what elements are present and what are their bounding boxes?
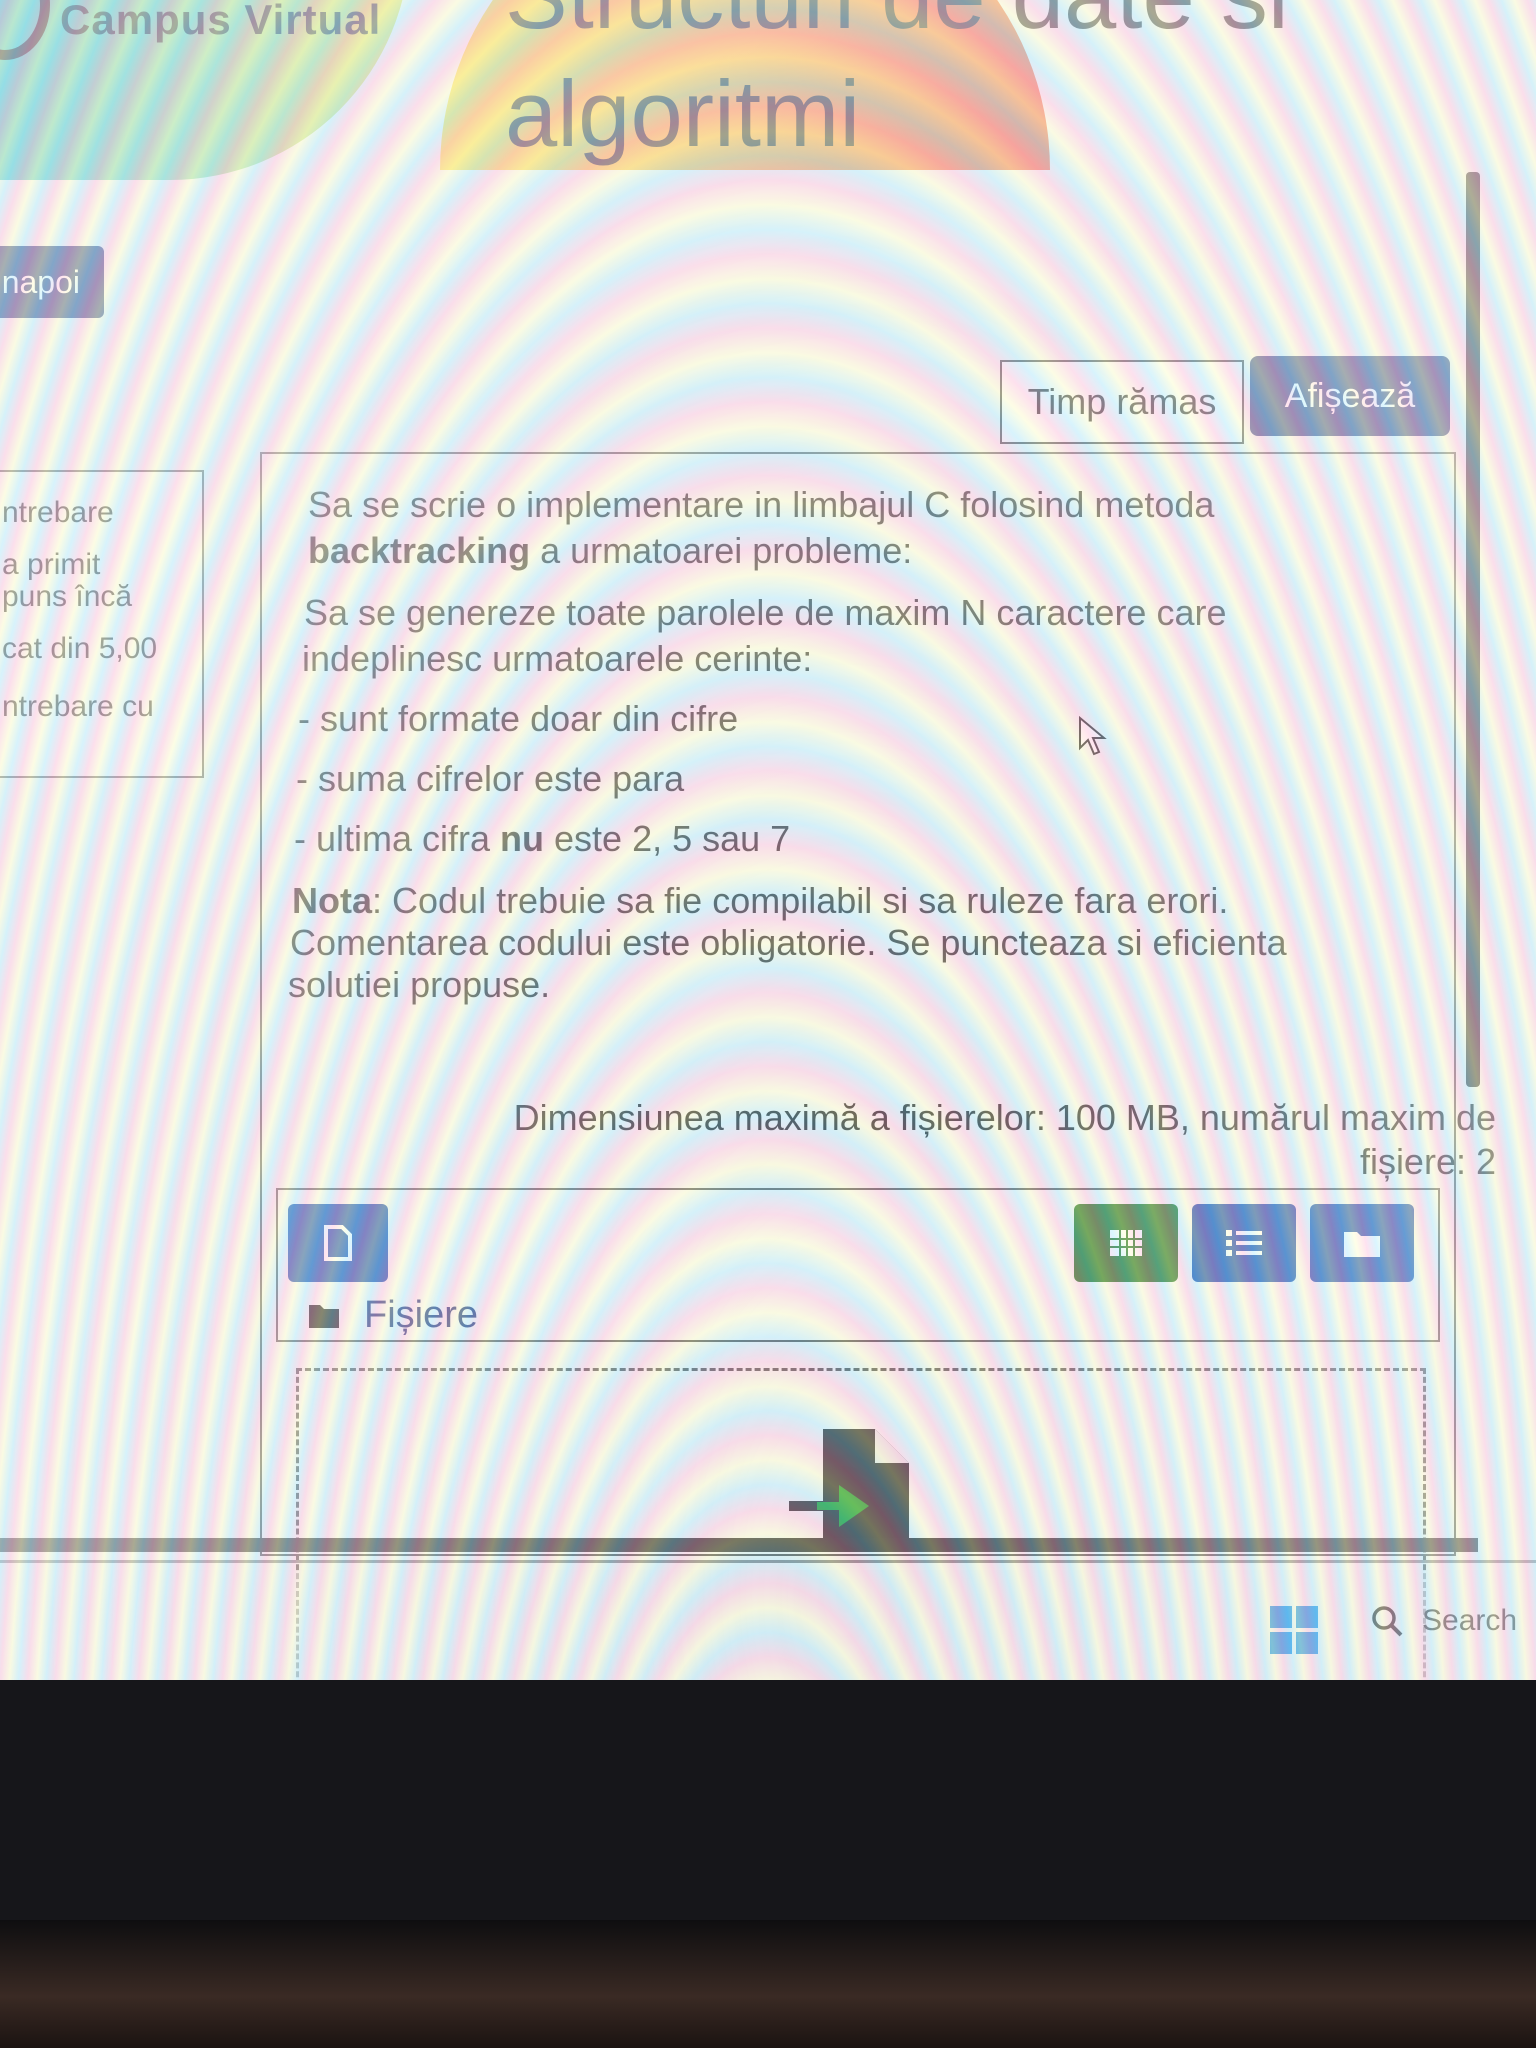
list-icon bbox=[1226, 1230, 1262, 1256]
requirement-post: este 2, 5 sau 7 bbox=[544, 818, 791, 859]
note-text: : Codul trebuie sa fie compilabil si sa … bbox=[372, 880, 1229, 921]
file-icon bbox=[324, 1225, 352, 1261]
info-line: ntrebare cu bbox=[2, 690, 154, 723]
info-line: puns încă bbox=[2, 580, 133, 613]
campus-logo-text[interactable]: Campus Virtual bbox=[60, 0, 381, 44]
windows-start-icon[interactable] bbox=[1270, 1606, 1318, 1654]
taskbar-search[interactable]: Search bbox=[1370, 1604, 1517, 1638]
windows-taskbar: Search bbox=[0, 1570, 1536, 1680]
back-button[interactable]: napoi bbox=[0, 246, 104, 318]
upload-limits: Dimensiunea maximă a fișierelor: 100 MB,… bbox=[514, 1096, 1496, 1184]
file-import-icon bbox=[789, 1429, 909, 1547]
note-label: Nota bbox=[292, 880, 372, 921]
grid-icon bbox=[1110, 1230, 1142, 1256]
search-label: Search bbox=[1422, 1604, 1518, 1637]
time-remaining-label: Timp rămas bbox=[1000, 360, 1244, 444]
upload-limit-line2: fișiere: 2 bbox=[1359, 1141, 1496, 1182]
tree-view-button[interactable] bbox=[1310, 1204, 1414, 1282]
mouse-cursor-icon bbox=[1079, 716, 1107, 756]
requirement-item: - ultima cifra nu este 2, 5 sau 7 bbox=[294, 818, 790, 860]
folder-icon bbox=[1344, 1232, 1380, 1257]
info-line: cat din 5,00 bbox=[2, 632, 158, 665]
bold-term: backtracking bbox=[308, 530, 531, 571]
grid-view-button[interactable] bbox=[1074, 1204, 1178, 1282]
question-line: backtracking a urmatoarei probleme: bbox=[308, 530, 912, 572]
question-info-panel: ntrebare a primit puns încă cat din 5,00… bbox=[0, 470, 204, 778]
list-view-button[interactable] bbox=[1192, 1204, 1296, 1282]
bold-term: nu bbox=[500, 818, 545, 859]
requirement-pre: - ultima cifra bbox=[294, 818, 501, 859]
search-icon bbox=[1372, 1606, 1403, 1637]
note-line: solutiei propuse. bbox=[288, 964, 551, 1005]
course-title-line1: Structuri de date si bbox=[505, 0, 1289, 50]
info-line: ntrebare bbox=[2, 496, 114, 529]
question-line: indeplinesc urmatoarele cerinte: bbox=[302, 638, 813, 679]
question-line-rest: a urmatoarei probleme: bbox=[530, 530, 913, 571]
folder-icon bbox=[309, 1304, 339, 1328]
course-title-line2: algoritmi bbox=[505, 61, 861, 166]
show-timer-button[interactable]: Afișează bbox=[1250, 356, 1450, 436]
monitor-bezel bbox=[0, 1920, 1536, 2048]
vertical-scrollbar[interactable] bbox=[1466, 172, 1480, 1087]
add-file-button[interactable] bbox=[288, 1204, 388, 1282]
info-line: a primit bbox=[2, 548, 101, 581]
horizontal-scrollbar[interactable] bbox=[0, 1538, 1478, 1552]
files-label-text: Fișiere bbox=[364, 1294, 479, 1336]
note-line: Comentarea codului este obligatorie. Se … bbox=[290, 922, 1287, 963]
requirement-item: - sunt formate doar din cifre bbox=[298, 698, 739, 739]
requirement-item: - suma cifrelor este para bbox=[296, 758, 685, 799]
upload-limit-line1: Dimensiunea maximă a fișierelor: 100 MB,… bbox=[513, 1097, 1496, 1138]
site-header: Campus Virtual Structuri de date si algo… bbox=[0, 0, 1536, 200]
note-line: Nota: Codul trebuie sa fie compilabil si… bbox=[292, 880, 1228, 922]
question-line: Sa se genereze toate parolele de maxim N… bbox=[304, 592, 1227, 633]
files-label[interactable]: Fișiere bbox=[308, 1294, 478, 1337]
file-manager: Fișiere bbox=[276, 1188, 1440, 1342]
question-line: Sa se scrie o implementare in limbajul C… bbox=[308, 484, 1215, 525]
browser-bottom-edge bbox=[0, 1560, 1536, 1563]
monitor-screen: Campus Virtual Structuri de date si algo… bbox=[0, 0, 1536, 1680]
